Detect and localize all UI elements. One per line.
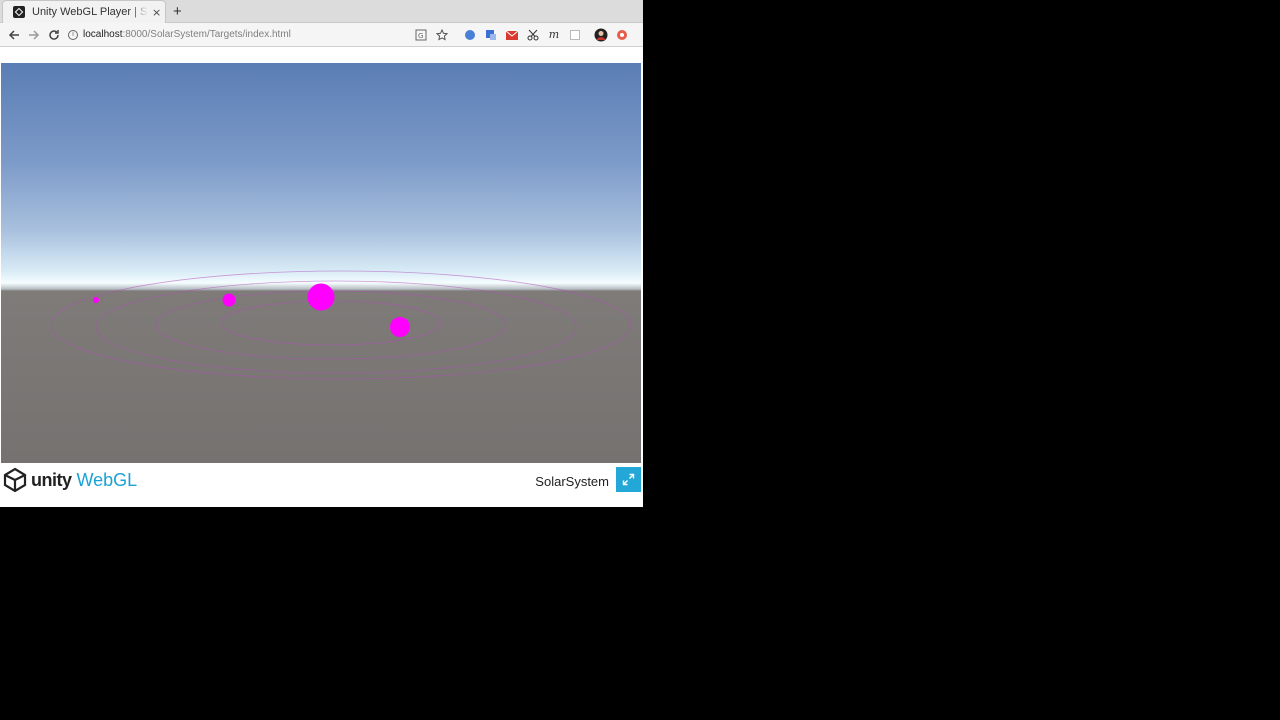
svg-text:G: G bbox=[418, 32, 423, 40]
browser-tab[interactable]: Unity WebGL Player | SolarSystem × bbox=[2, 0, 166, 23]
fullscreen-icon bbox=[622, 473, 635, 486]
site-info-icon[interactable]: i bbox=[68, 29, 78, 40]
unity-game-canvas[interactable] bbox=[1, 63, 641, 463]
gmail-icon[interactable] bbox=[503, 26, 521, 44]
unity-cube-icon bbox=[3, 467, 27, 493]
solar-system-scene bbox=[50, 270, 632, 380]
tab-close-icon[interactable]: × bbox=[152, 6, 161, 19]
new-tab-button[interactable]: + bbox=[173, 3, 182, 20]
unity-footer: unity WebGL SolarSystem bbox=[0, 463, 643, 507]
tab-title: Unity WebGL Player | SolarSystem bbox=[32, 6, 148, 18]
reload-button[interactable] bbox=[44, 25, 64, 45]
url-path: :8000/SolarSystem/Targets/index.html bbox=[122, 29, 291, 40]
planet-mid bbox=[222, 293, 236, 307]
extension-translate-icon[interactable] bbox=[482, 26, 500, 44]
address-bar[interactable]: i localhost:8000/SolarSystem/Targets/ind… bbox=[68, 25, 409, 45]
m-extension-icon[interactable]: m bbox=[545, 26, 563, 44]
tab-strip: Unity WebGL Player | SolarSystem × + bbox=[0, 0, 643, 23]
back-button[interactable] bbox=[4, 25, 24, 45]
browser-window: Unity WebGL Player | SolarSystem × + i l… bbox=[0, 0, 643, 507]
build-title: SolarSystem bbox=[535, 474, 609, 489]
planet-small bbox=[93, 297, 99, 303]
back-arrow-icon bbox=[8, 29, 19, 40]
logo-unity-text: unity bbox=[31, 469, 72, 490]
reload-icon bbox=[49, 29, 59, 40]
browser-toolbar: i localhost:8000/SolarSystem/Targets/ind… bbox=[0, 23, 643, 47]
blank-extension-icon[interactable] bbox=[566, 26, 584, 44]
extension-blue-icon[interactable] bbox=[461, 26, 479, 44]
scissors-icon[interactable] bbox=[524, 26, 542, 44]
planet-large bbox=[307, 283, 335, 311]
url-host: localhost bbox=[83, 29, 123, 40]
forward-button[interactable] bbox=[24, 25, 44, 45]
forward-arrow-icon bbox=[29, 29, 40, 40]
planet-near bbox=[390, 317, 410, 337]
unity-favicon-icon bbox=[13, 6, 25, 18]
red-extension-icon[interactable] bbox=[613, 26, 631, 44]
orbit-ring-4 bbox=[50, 270, 632, 380]
web-page: unity WebGL SolarSystem bbox=[0, 48, 643, 507]
url-text[interactable]: localhost:8000/SolarSystem/Targets/index… bbox=[83, 29, 291, 40]
orbit-rings bbox=[50, 270, 632, 380]
fullscreen-button[interactable] bbox=[616, 467, 641, 492]
logo-webgl-text: WebGL bbox=[76, 469, 138, 490]
profile-avatar-icon[interactable] bbox=[592, 26, 610, 44]
unity-webgl-logo: unity WebGL bbox=[2, 467, 137, 493]
translate-icon[interactable]: G bbox=[412, 26, 430, 44]
bookmark-star-icon[interactable] bbox=[433, 26, 451, 44]
